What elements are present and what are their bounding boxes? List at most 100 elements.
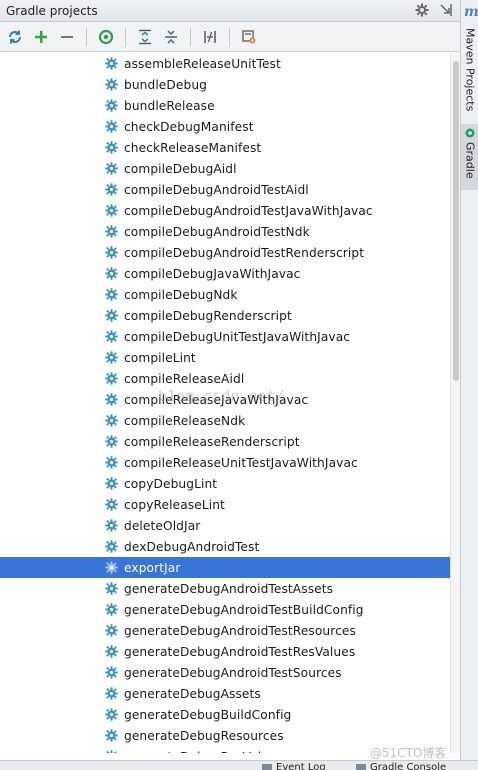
scrollbar-thumb[interactable] <box>453 61 459 381</box>
task-row[interactable]: deleteOldJar <box>0 515 450 536</box>
refresh-icon[interactable] <box>4 26 26 48</box>
task-label: compileDebugAndroidTestAidl <box>124 182 309 197</box>
hide-panel-icon[interactable] <box>438 2 454 18</box>
task-row[interactable]: dexDebugAndroidTest <box>0 536 450 557</box>
task-gear-icon <box>105 666 118 679</box>
remove-icon[interactable] <box>56 26 78 48</box>
task-label: generateDebugResValues <box>124 750 283 754</box>
task-gear-icon <box>105 540 118 553</box>
task-row[interactable]: generateDebugAndroidTestResValues <box>0 641 450 662</box>
task-row[interactable]: compileDebugAndroidTestNdk <box>0 221 450 242</box>
task-row[interactable]: generateDebugResValues <box>0 746 450 753</box>
task-row[interactable]: generateDebugAssets <box>0 683 450 704</box>
task-row[interactable]: copyReleaseLint <box>0 494 450 515</box>
task-row[interactable]: compileLint <box>0 347 450 368</box>
task-row[interactable]: compileReleaseAidl <box>0 368 450 389</box>
task-row[interactable]: generateDebugResources <box>0 725 450 746</box>
task-row[interactable]: compileReleaseUnitTestJavaWithJavac <box>0 452 450 473</box>
task-label: compileReleaseRenderscript <box>124 434 300 449</box>
task-row[interactable]: generateDebugAndroidTestAssets <box>0 578 450 599</box>
task-gear-icon <box>105 288 118 301</box>
task-gear-icon <box>105 351 118 364</box>
execute-task-icon[interactable] <box>95 26 117 48</box>
task-label: compileDebugNdk <box>124 287 238 302</box>
task-gear-icon <box>105 729 118 742</box>
task-label: assembleReleaseUnitTest <box>124 56 281 71</box>
task-row[interactable]: checkDebugManifest <box>0 116 450 137</box>
task-gear-icon <box>105 456 118 469</box>
task-row[interactable]: generateDebugAndroidTestBuildConfig <box>0 599 450 620</box>
task-label: compileReleaseNdk <box>124 413 246 428</box>
task-label: generateDebugResources <box>124 728 284 743</box>
toggle-offline-icon[interactable] <box>199 26 221 48</box>
toolbar-separator <box>125 27 126 46</box>
panel-title: Gradle projects <box>6 3 98 18</box>
task-row[interactable]: compileDebugAndroidTestRenderscript <box>0 242 450 263</box>
task-gear-icon <box>105 99 118 112</box>
task-gear-icon <box>105 162 118 175</box>
maven-m-icon: m <box>464 4 478 20</box>
toolbar <box>0 22 460 52</box>
event-log-label: Event Log <box>276 762 326 770</box>
task-tree: assembleReleaseUnitTest bundleDebug bundle… <box>0 53 450 753</box>
task-label: generateDebugAndroidTestAssets <box>124 581 334 596</box>
settings-gear-icon[interactable] <box>414 2 430 18</box>
task-gear-icon <box>105 120 118 133</box>
task-gear-icon <box>105 57 118 70</box>
task-label: compileDebugAidl <box>124 161 237 176</box>
task-row[interactable]: compileDebugAndroidTestJavaWithJavac <box>0 200 450 221</box>
task-row[interactable]: bundleRelease <box>0 95 450 116</box>
task-label: generateDebugAndroidTestResValues <box>124 644 356 659</box>
task-gear-icon <box>105 183 118 196</box>
task-gear-icon <box>105 708 118 721</box>
task-row[interactable]: compileReleaseJavaWithJavac <box>0 389 450 410</box>
task-row[interactable]: copyDebugLint <box>0 473 450 494</box>
event-log-tab[interactable]: Event Log <box>262 762 326 770</box>
bottom-status-bar: Event Log Gradle Console <box>0 760 478 770</box>
tab-maven-projects[interactable]: Maven Projects <box>461 26 478 112</box>
toolbar-separator <box>86 27 87 46</box>
task-row[interactable]: checkReleaseManifest <box>0 137 450 158</box>
gradle-settings-icon[interactable] <box>238 26 260 48</box>
task-row[interactable]: exportJar <box>0 557 450 578</box>
add-icon[interactable] <box>30 26 52 48</box>
task-row[interactable]: bundleDebug <box>0 74 450 95</box>
vertical-scrollbar[interactable] <box>450 53 460 753</box>
task-row[interactable]: generateDebugAndroidTestSources <box>0 662 450 683</box>
event-log-icon <box>262 763 272 770</box>
task-gear-icon <box>105 435 118 448</box>
task-label: bundleRelease <box>124 98 215 113</box>
task-row[interactable]: compileDebugNdk <box>0 284 450 305</box>
task-row[interactable]: compileDebugRenderscript <box>0 305 450 326</box>
tab-gradle[interactable]: Gradle <box>461 124 478 190</box>
task-gear-icon <box>105 561 118 574</box>
task-gear-icon <box>105 204 118 217</box>
task-gear-icon <box>105 246 118 259</box>
task-label: generateDebugAndroidTestResources <box>124 623 356 638</box>
task-row[interactable]: compileDebugUnitTestJavaWithJavac <box>0 326 450 347</box>
task-row[interactable]: compileDebugAidl <box>0 158 450 179</box>
tab-maven-label: Maven Projects <box>463 28 477 112</box>
task-label: bundleDebug <box>124 77 207 92</box>
task-row[interactable]: compileReleaseRenderscript <box>0 431 450 452</box>
task-row[interactable]: compileReleaseNdk <box>0 410 450 431</box>
task-label: checkReleaseManifest <box>124 140 262 155</box>
task-row[interactable]: generateDebugBuildConfig <box>0 704 450 725</box>
task-label: copyReleaseLint <box>124 497 225 512</box>
task-gear-icon <box>105 687 118 700</box>
task-label: compileReleaseAidl <box>124 371 245 386</box>
task-row[interactable]: generateDebugAndroidTestResources <box>0 620 450 641</box>
gradle-console-tab[interactable]: Gradle Console <box>356 762 446 770</box>
task-gear-icon <box>105 645 118 658</box>
tab-gradle-label: Gradle <box>463 142 477 179</box>
task-row[interactable]: compileDebugJavaWithJavac <box>0 263 450 284</box>
expand-all-icon[interactable] <box>134 26 156 48</box>
collapse-all-icon[interactable] <box>160 26 182 48</box>
task-row[interactable]: assembleReleaseUnitTest <box>0 53 450 74</box>
console-icon <box>356 763 366 770</box>
task-gear-icon <box>105 624 118 637</box>
gradle-console-label: Gradle Console <box>370 762 447 770</box>
task-label: generateDebugBuildConfig <box>124 707 292 722</box>
task-row[interactable]: compileDebugAndroidTestAidl <box>0 179 450 200</box>
task-label: deleteOldJar <box>124 518 201 533</box>
